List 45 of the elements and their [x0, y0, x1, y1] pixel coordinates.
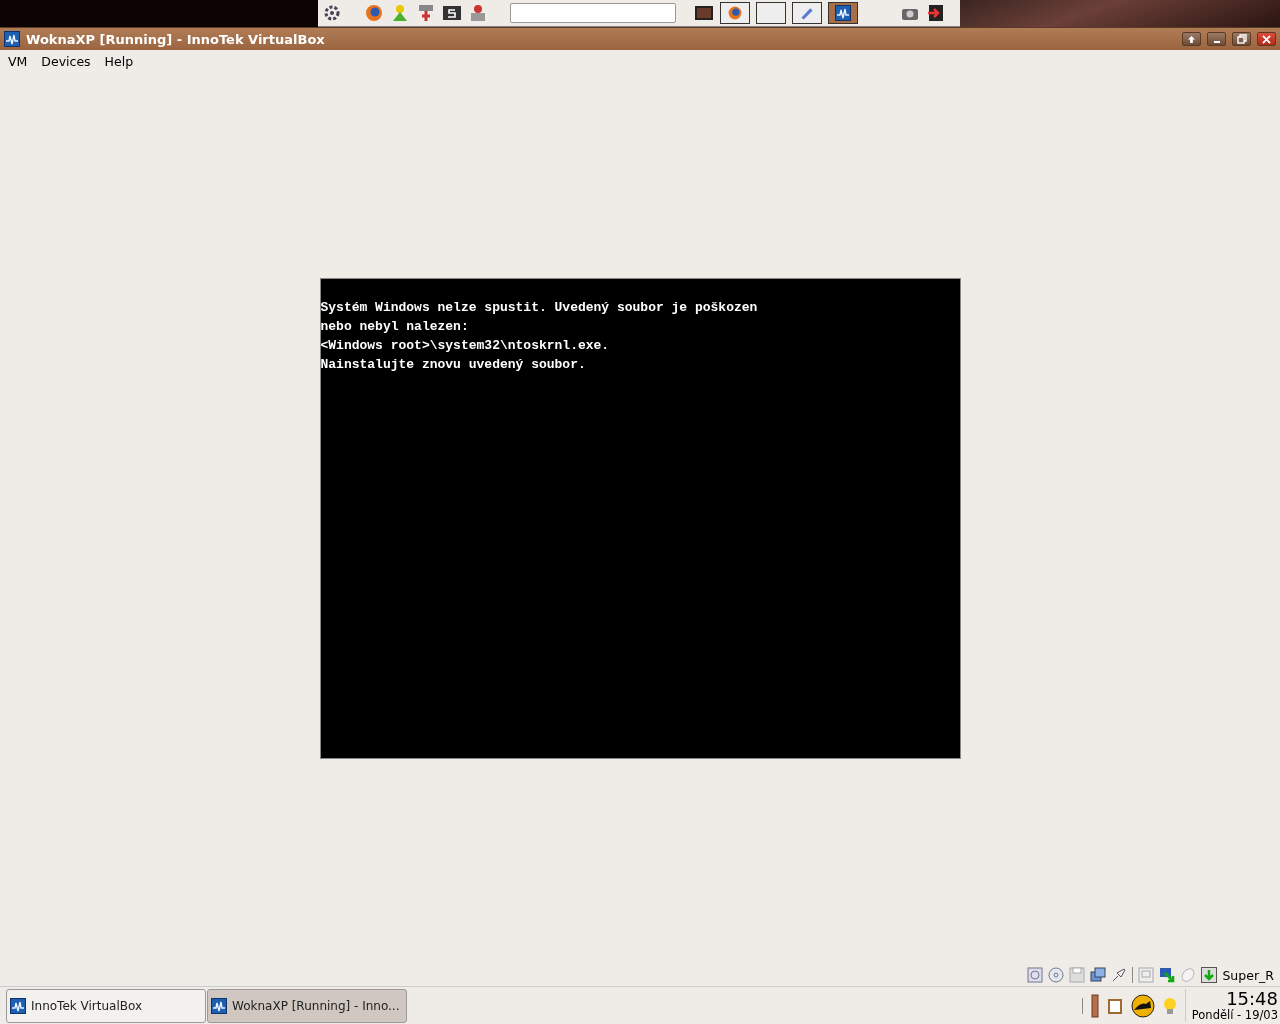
window-button[interactable] [792, 2, 822, 24]
cd-icon [1048, 967, 1065, 983]
close-button[interactable] [1257, 32, 1276, 46]
console-line: nebo nebyl nalezen: [320, 318, 469, 336]
virtualbox-icon [835, 5, 851, 21]
clock-date: Pondělí - 19/03 [1191, 1008, 1278, 1022]
virtualbox-icon [10, 997, 26, 1014]
arrow-up-icon [1187, 34, 1196, 44]
window-icon [4, 31, 20, 47]
window-button[interactable] [828, 2, 858, 24]
taskbar-button[interactable]: WoknaXP [Running] - Inno... [207, 988, 407, 1023]
restore-icon [1236, 34, 1247, 44]
minimize-button[interactable] [1207, 32, 1226, 46]
brush-icon [799, 5, 815, 21]
console-line: Systém Windows nelze spustit. Uvedený soubor je poškozen [320, 299, 758, 317]
menu-item[interactable]: Devices [35, 52, 97, 71]
window-title: WoknaXP [Running] - InnoTek VirtualBox [26, 31, 326, 47]
bar-icon [1090, 993, 1099, 1018]
usb-plug-icon [1111, 967, 1128, 983]
roll-up-button[interactable] [1182, 32, 1201, 46]
mouse-icon [1180, 967, 1197, 983]
light-bulb-icon [1162, 996, 1177, 1015]
host-key-label: Super_R [1222, 967, 1274, 983]
monitor-icon [1138, 967, 1155, 983]
floppy-icon [1069, 967, 1086, 983]
minimize-icon [1213, 41, 1220, 43]
exit-icon[interactable] [926, 3, 946, 23]
resize-icon [1159, 967, 1176, 983]
globe-icon[interactable] [364, 3, 384, 23]
window-button[interactable] [756, 2, 786, 24]
close-icon [1262, 34, 1271, 44]
menu-item[interactable]: Help [98, 52, 140, 71]
search-field[interactable] [510, 3, 676, 23]
download-icon [1201, 967, 1218, 983]
console-line: <Windows root>\system32\ntoskrnl.exe. [320, 337, 610, 355]
console-line: Nainstalujte znovu uvedený soubor. [320, 356, 586, 374]
menu-item[interactable]: VM [2, 52, 34, 71]
taskbar-button[interactable]: InnoTek VirtualBox [6, 988, 206, 1023]
gear-icon[interactable] [322, 3, 342, 23]
window-button[interactable] [720, 2, 750, 24]
virtualbox-icon [211, 997, 227, 1014]
clock-time[interactable]: 15:48 [1226, 989, 1278, 1008]
globe-icon [727, 5, 743, 21]
maximize-button[interactable] [1232, 32, 1251, 46]
terminal-icon[interactable] [442, 3, 462, 23]
